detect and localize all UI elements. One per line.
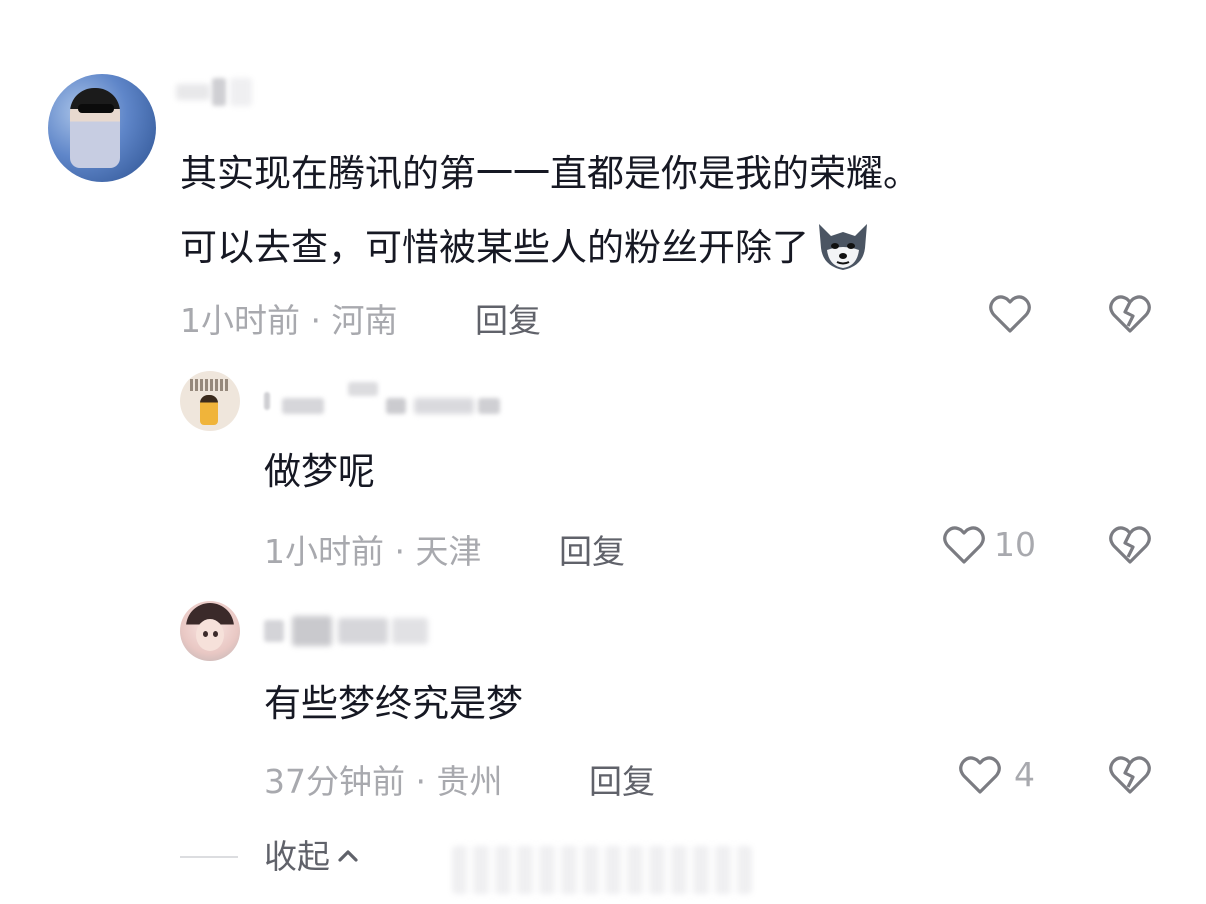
reply-meta: 37分钟前 · 贵州 [264, 762, 503, 801]
like-button[interactable] [956, 751, 1004, 799]
reply-text: 做梦呢 [264, 450, 375, 493]
avatar[interactable] [180, 601, 240, 661]
like-button[interactable] [986, 290, 1034, 338]
collapse-button[interactable]: 收起 [264, 830, 362, 878]
divider-line [180, 856, 238, 858]
like-count: 4 [1014, 755, 1035, 794]
avatar[interactable] [48, 74, 156, 182]
watermark-blurred [452, 846, 752, 894]
like-count: 10 [994, 525, 1036, 564]
reply-button[interactable]: 回复 [559, 525, 625, 573]
avatar-glasses [78, 104, 114, 113]
reply-text: 有些梦终究是梦 [264, 682, 523, 725]
username-blurred[interactable] [176, 78, 256, 106]
dislike-button[interactable] [1106, 290, 1154, 338]
username-blurred[interactable] [264, 614, 434, 646]
heart-outline-icon [959, 756, 1001, 794]
chevron-up-icon [338, 850, 358, 862]
comment-text-line-2: 可以去查，可惜被某些人的粉丝开除了 [180, 218, 873, 274]
wolf-face-emoji-icon [819, 224, 867, 270]
avatar-face [196, 619, 224, 651]
dislike-button[interactable] [1106, 521, 1154, 569]
avatar[interactable] [180, 371, 240, 431]
reply-meta: 1小时前 · 天津 [264, 532, 482, 571]
comment-text-line-2-text: 可以去查，可惜被某些人的粉丝开除了 [180, 226, 809, 269]
reply-button[interactable]: 回复 [475, 294, 541, 342]
heart-outline-icon [989, 295, 1031, 333]
avatar-figure [200, 395, 218, 425]
dislike-button[interactable] [1106, 751, 1154, 799]
broken-heart-icon [1109, 526, 1151, 564]
collapse-label: 收起 [264, 837, 330, 876]
avatar-text-pattern [190, 379, 230, 391]
comment-text-line-1: 其实现在腾讯的第一一直都是你是我的荣耀。 [180, 152, 920, 195]
reply-button[interactable]: 回复 [589, 755, 655, 803]
avatar-eye [203, 631, 208, 637]
heart-outline-icon [943, 526, 985, 564]
avatar-eye [213, 631, 218, 637]
broken-heart-icon [1109, 295, 1151, 333]
broken-heart-icon [1109, 756, 1151, 794]
like-button[interactable] [940, 521, 988, 569]
comment-meta: 1小时前 · 河南 [180, 301, 398, 340]
username-blurred[interactable] [264, 380, 504, 414]
avatar-figure [70, 88, 120, 168]
